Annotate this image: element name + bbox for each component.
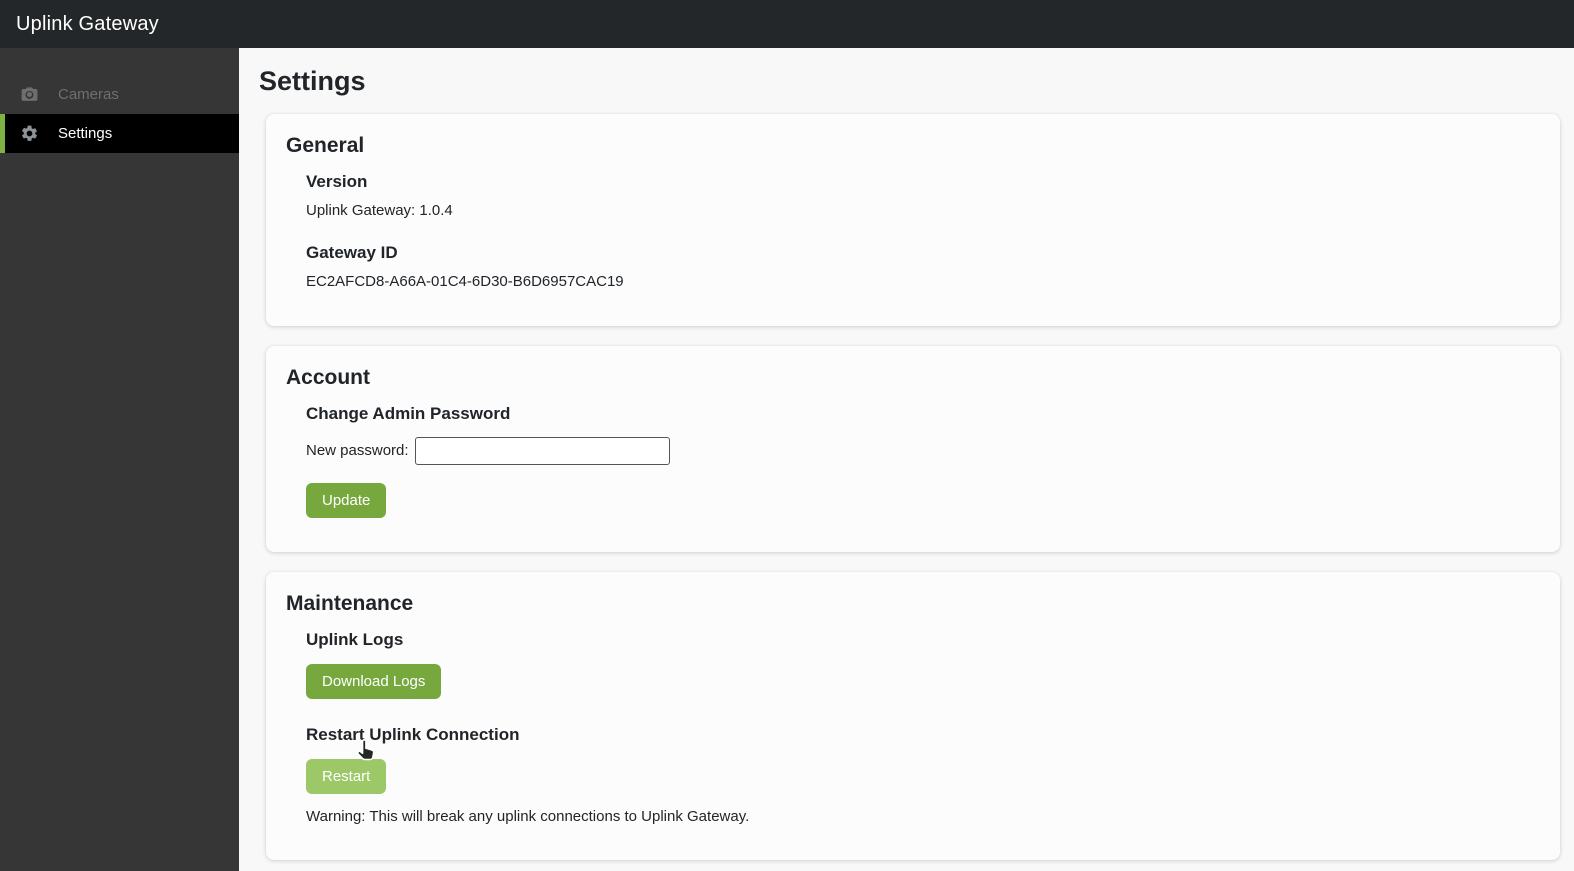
sidebar-item-label: Settings bbox=[58, 125, 113, 142]
sidebar-item-cameras[interactable]: Cameras bbox=[0, 75, 239, 114]
restart-uplink-connection-label: Restart Uplink Connection bbox=[306, 724, 520, 744]
restart-button[interactable]: Restart bbox=[306, 758, 387, 794]
new-password-row: New password: bbox=[306, 436, 1540, 465]
uplink-logs-label: Uplink Logs bbox=[306, 629, 404, 649]
page-title: Settings bbox=[259, 66, 366, 96]
sidebar-item-label: Cameras bbox=[58, 86, 119, 103]
maintenance-card-body: Uplink Logs Download Logs Restart Uplink… bbox=[306, 630, 1540, 827]
camera-icon bbox=[19, 85, 39, 105]
download-logs-button[interactable]: Download Logs bbox=[306, 663, 442, 699]
update-button[interactable]: Update bbox=[306, 482, 387, 518]
general-card: General Version Uplink Gateway: 1.0.4 Ga… bbox=[266, 114, 1560, 326]
sidebar-item-settings[interactable]: Settings bbox=[0, 114, 239, 153]
version-value: Uplink Gateway: 1.0.4 bbox=[306, 202, 453, 219]
topbar: Uplink Gateway bbox=[0, 0, 1574, 48]
gateway-id-value: EC2AFCD8-A66A-01C4-6D30-B6D6957CAC19 bbox=[306, 272, 624, 290]
restart-warning-text: Warning: This will break any uplink conn… bbox=[306, 807, 750, 825]
layout: Cameras Settings Settings General Versio… bbox=[0, 48, 1574, 871]
maintenance-card: Maintenance Uplink Logs Download Logs Re… bbox=[266, 571, 1560, 861]
general-card-body: Version Uplink Gateway: 1.0.4 Gateway ID… bbox=[306, 172, 1540, 292]
version-label: Version bbox=[306, 172, 368, 191]
gear-icon bbox=[19, 124, 39, 144]
general-card-title: General bbox=[286, 134, 365, 157]
main-content: Settings General Version Uplink Gateway:… bbox=[239, 48, 1574, 871]
new-password-label: New password: bbox=[306, 442, 409, 459]
gateway-id-label: Gateway ID bbox=[306, 242, 398, 262]
app-title: Uplink Gateway bbox=[16, 12, 159, 35]
new-password-input[interactable] bbox=[414, 436, 670, 465]
maintenance-card-title: Maintenance bbox=[286, 591, 414, 615]
account-card-title: Account bbox=[286, 365, 370, 389]
change-admin-password-label: Change Admin Password bbox=[306, 403, 511, 423]
account-card: Account Change Admin Password New passwo… bbox=[266, 345, 1560, 552]
account-card-body: Change Admin Password New password: Upda… bbox=[306, 404, 1540, 518]
sidebar: Cameras Settings bbox=[0, 48, 239, 871]
